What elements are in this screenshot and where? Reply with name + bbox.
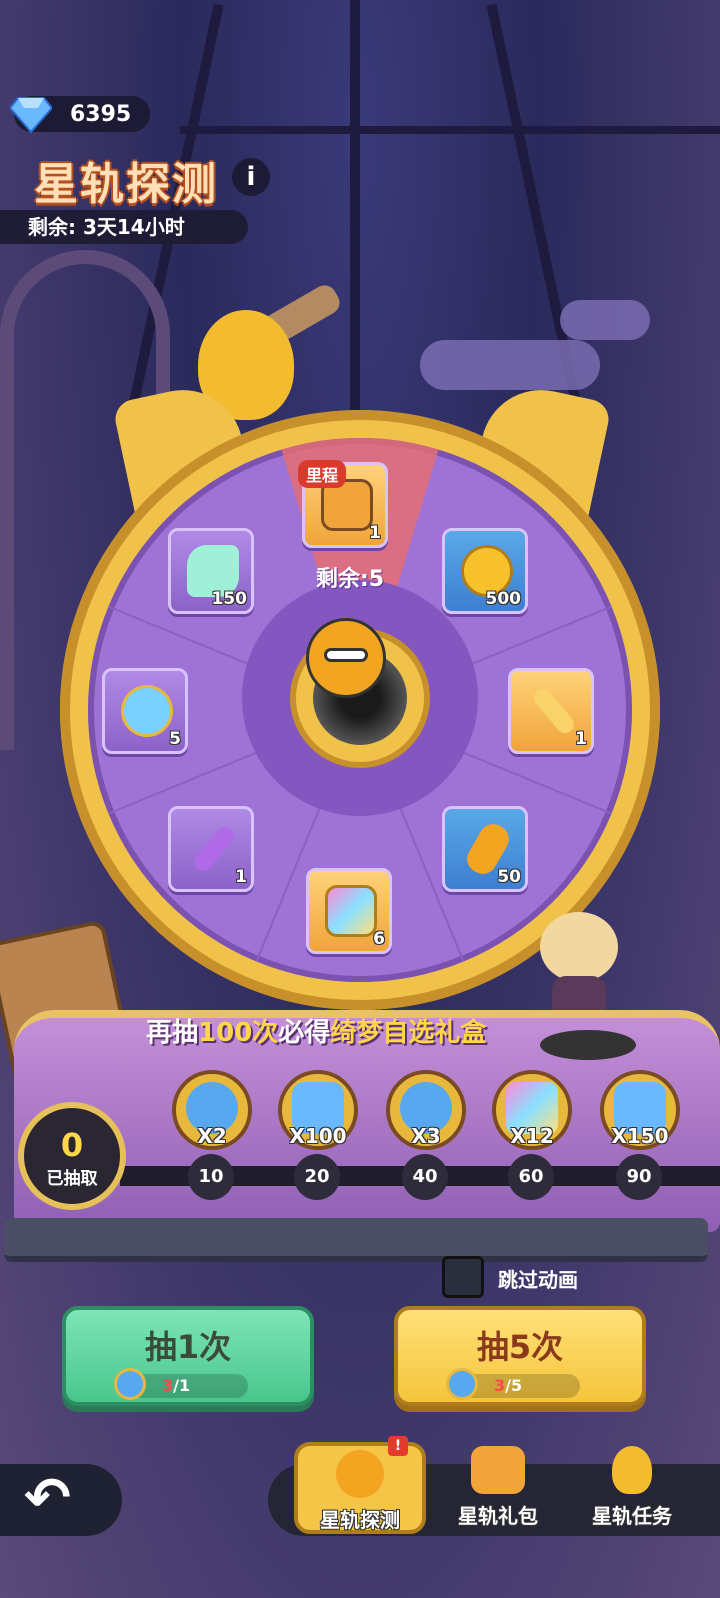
item-count: 1 <box>575 729 587 749</box>
guarantee-text: 再抽100次必得绮梦自选礼盒 <box>146 1018 487 1048</box>
draw-five-cost: 3/5 <box>446 1368 580 1400</box>
milestone-badge: 里程 <box>298 460 347 488</box>
robot-icon <box>336 1450 384 1498</box>
wheel-item-blue-orb: 5 <box>102 668 188 754</box>
info-button[interactable]: i <box>232 158 270 196</box>
machine-foot <box>4 1218 708 1262</box>
milestone-reward[interactable]: X150 <box>600 1070 680 1150</box>
milestone-reward[interactable]: X100 <box>278 1070 358 1150</box>
draw-five-label: 抽5次 <box>476 1328 564 1366</box>
milestone-remaining: 剩余:5 <box>316 567 385 592</box>
tab-star-track-tasks[interactable]: 星轨任务 <box>566 1442 698 1534</box>
drawn-count: 0 <box>60 1126 84 1164</box>
milestone-node: 40 <box>402 1154 448 1200</box>
wheel-item-potion: 50 <box>442 806 528 892</box>
robot-eye <box>324 648 368 662</box>
tab-star-track-pack[interactable]: 星轨礼包 <box>432 1442 564 1534</box>
milestone-reward[interactable]: X12 <box>492 1070 572 1150</box>
wheel-item-green-crystal: 150 <box>168 528 254 614</box>
item-count: 6 <box>373 929 385 949</box>
wheel-item-purple-key: 1 <box>168 806 254 892</box>
girl-character-hair <box>540 912 618 982</box>
milestone-node: 60 <box>508 1154 554 1200</box>
drawn-label: 已抽取 <box>46 1169 98 1189</box>
time-remaining: 剩余: 3天14小时 <box>0 210 248 244</box>
draw-five-button[interactable]: 抽5次 3/5 <box>394 1306 646 1406</box>
skip-animation-checkbox[interactable] <box>442 1256 484 1298</box>
item-count: 5 <box>169 729 181 749</box>
milestone-reward[interactable]: X3 <box>386 1070 466 1150</box>
star-orb-icon <box>114 1368 146 1400</box>
milestone-node: 10 <box>188 1154 234 1200</box>
orb-icon <box>121 685 173 737</box>
milestone-reward[interactable]: X2 <box>172 1070 252 1150</box>
item-count: 500 <box>485 589 522 609</box>
wheel-item-rainbow-cube: 6 <box>306 868 392 954</box>
item-count: 1 <box>235 867 247 887</box>
tab-star-track-probe[interactable]: 星轨探测 <box>294 1442 426 1534</box>
diamond-icon <box>10 97 52 134</box>
star-orb-icon <box>446 1368 478 1400</box>
item-count: 1 <box>369 523 381 543</box>
key-icon <box>530 685 578 737</box>
cube-icon <box>325 885 377 937</box>
alert-badge: ! <box>388 1436 408 1456</box>
item-count: 50 <box>497 867 521 887</box>
draw-once-cost: 3/1 <box>114 1368 248 1400</box>
wheel-item-star-key: 1 <box>508 668 594 754</box>
skip-animation-label: 跳过动画 <box>498 1268 578 1292</box>
gem-count: 6395 <box>70 102 132 127</box>
event-title: 星轨探测 <box>34 159 218 210</box>
character-pedestal <box>540 1030 636 1060</box>
cloud <box>420 340 600 390</box>
back-arrow-icon: ↶ <box>24 1466 71 1531</box>
draw-once-label: 抽1次 <box>144 1328 232 1366</box>
dome-beam <box>180 126 720 134</box>
gift-bag-icon <box>471 1446 525 1494</box>
milestone-node: 20 <box>294 1154 340 1200</box>
draw-once-button[interactable]: 抽1次 3/1 <box>62 1306 314 1406</box>
wheel-item-gold-coin: 500 <box>442 528 528 614</box>
mango-icon <box>612 1446 652 1494</box>
dome-beam <box>350 0 360 420</box>
milestone-node: 90 <box>616 1154 662 1200</box>
item-count: 150 <box>211 589 248 609</box>
cloud <box>560 300 650 340</box>
drawn-counter: 0 已抽取 <box>18 1102 126 1210</box>
key-icon <box>190 823 238 875</box>
